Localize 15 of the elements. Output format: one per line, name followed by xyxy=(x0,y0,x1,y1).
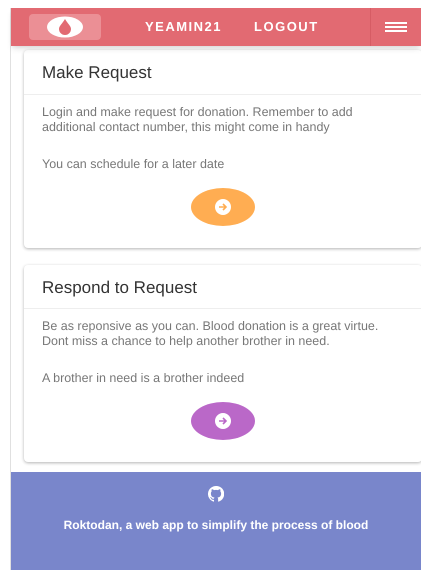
menu-icon[interactable] xyxy=(385,22,407,32)
arrow-right-icon xyxy=(215,413,231,429)
card-text: A brother in need is a brother indeed xyxy=(42,371,246,386)
card-text: You can schedule for a later date xyxy=(42,156,226,172)
card-text: Login and make request for donation. Remember to add additional contact number, this might come in handy xyxy=(42,104,354,134)
logout-link[interactable]: LOGOUT xyxy=(254,17,319,37)
username-link[interactable]: YEAMIN21 xyxy=(145,17,222,37)
drop-logo-icon xyxy=(46,16,84,38)
arrow-right-icon xyxy=(215,198,231,214)
card-title: Make Request xyxy=(42,62,153,84)
footer-text: Roktodan, a web app to simplify the process of blood xyxy=(64,517,368,534)
github-icon[interactable] xyxy=(208,486,224,502)
card-title: Respond to Request xyxy=(42,276,198,298)
logo-button[interactable] xyxy=(29,14,101,40)
card-text: Be as reponsive as you can. Blood donation is a great virtue. Dont miss a chance to help another brother in need. xyxy=(42,319,380,349)
